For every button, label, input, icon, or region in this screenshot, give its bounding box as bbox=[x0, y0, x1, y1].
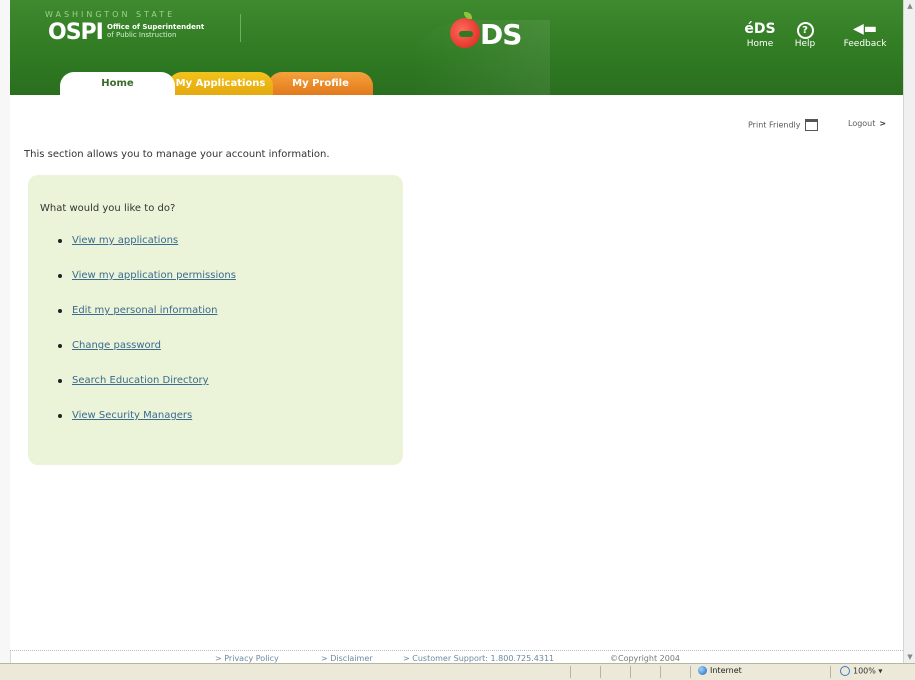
zoom-icon bbox=[840, 666, 850, 676]
help-icon: ? bbox=[790, 20, 820, 39]
top-nav-feedback-label: Feedback bbox=[843, 39, 887, 49]
status-divider bbox=[630, 666, 631, 678]
site-footer: > Privacy Policy > Disclaimer > Customer… bbox=[10, 650, 903, 664]
view-security-managers-link[interactable]: View Security Managers bbox=[72, 410, 192, 421]
status-divider bbox=[830, 666, 831, 678]
bullet-icon bbox=[58, 379, 62, 383]
disclaimer-link[interactable]: > Disclaimer bbox=[321, 654, 373, 663]
top-nav-feedback[interactable]: ◀▬ Feedback bbox=[840, 20, 890, 49]
chevron-right-icon: > bbox=[879, 119, 887, 128]
logout-link[interactable]: Logout > bbox=[848, 119, 886, 128]
scroll-up-icon[interactable]: ▲ bbox=[904, 0, 915, 12]
customer-support-link[interactable]: > Customer Support: 1.800.725.4311 bbox=[403, 654, 554, 663]
tab-my-profile[interactable]: My Profile bbox=[268, 72, 373, 95]
ospi-state-text: WASHINGTON STATE bbox=[45, 10, 176, 19]
tab-my-applications[interactable]: My Applications bbox=[168, 72, 273, 95]
search-directory-link[interactable]: Search Education Directory bbox=[72, 375, 209, 386]
privacy-policy-link[interactable]: > Privacy Policy bbox=[215, 654, 279, 663]
browser-page: WASHINGTON STATE OSPI Office of Superint… bbox=[0, 0, 905, 663]
eds-logo[interactable]: DS bbox=[450, 12, 540, 52]
status-divider bbox=[600, 666, 601, 678]
status-divider bbox=[660, 666, 661, 678]
panel-title: What would you like to do? bbox=[40, 203, 176, 214]
ospi-public-text: of Public Instruction bbox=[107, 31, 177, 39]
eds-home-icon: éDS bbox=[744, 21, 776, 37]
printer-icon bbox=[804, 119, 818, 131]
content-area: Print Friendly Logout > This section allo… bbox=[10, 95, 903, 650]
edit-personal-info-link[interactable]: Edit my personal information bbox=[72, 305, 217, 316]
vertical-scrollbar[interactable]: ▲ ▼ bbox=[903, 0, 915, 663]
top-nav-help[interactable]: ? Help bbox=[790, 20, 820, 49]
eds-apple-icon bbox=[450, 18, 480, 48]
security-zone-label: Internet bbox=[710, 666, 742, 675]
browser-status-bar: Internet 100% ▾ bbox=[0, 663, 915, 680]
security-zone: Internet bbox=[698, 666, 742, 675]
view-applications-link[interactable]: View my applications bbox=[72, 235, 178, 246]
bullet-icon bbox=[58, 344, 62, 348]
print-friendly-link[interactable]: Print Friendly bbox=[748, 119, 818, 131]
bullet-icon bbox=[58, 309, 62, 313]
intro-text: This section allows you to manage your a… bbox=[24, 149, 330, 160]
megaphone-icon: ◀▬ bbox=[853, 21, 877, 37]
actions-panel: What would you like to do? View my appli… bbox=[28, 175, 403, 465]
status-divider bbox=[570, 666, 571, 678]
logout-label: Logout bbox=[848, 119, 876, 128]
status-divider bbox=[690, 666, 691, 678]
zoom-control[interactable]: 100% ▾ bbox=[840, 666, 882, 676]
header-divider bbox=[240, 14, 241, 42]
ospi-logo[interactable]: OSPI bbox=[48, 20, 104, 45]
bullet-icon bbox=[58, 414, 62, 418]
ospi-office-text: Office of Superintendent bbox=[107, 23, 205, 31]
top-nav-home[interactable]: éDS Home bbox=[740, 20, 780, 49]
top-nav-help-label: Help bbox=[794, 39, 816, 49]
top-nav-home-label: Home bbox=[746, 39, 774, 49]
bullet-icon bbox=[58, 239, 62, 243]
bullet-icon bbox=[58, 274, 62, 278]
change-password-link[interactable]: Change password bbox=[72, 340, 161, 351]
zoom-level: 100% bbox=[853, 666, 876, 676]
tab-home[interactable]: Home bbox=[60, 72, 175, 95]
copyright-text: ©Copyright 2004 bbox=[610, 654, 680, 663]
print-friendly-label: Print Friendly bbox=[748, 120, 801, 130]
scroll-down-icon[interactable]: ▼ bbox=[904, 651, 915, 663]
view-permissions-link[interactable]: View my application permissions bbox=[72, 270, 236, 281]
globe-icon bbox=[698, 666, 707, 675]
main-tabs: My Profile My Applications Home bbox=[10, 72, 903, 95]
eds-logo-text: DS bbox=[480, 18, 522, 51]
